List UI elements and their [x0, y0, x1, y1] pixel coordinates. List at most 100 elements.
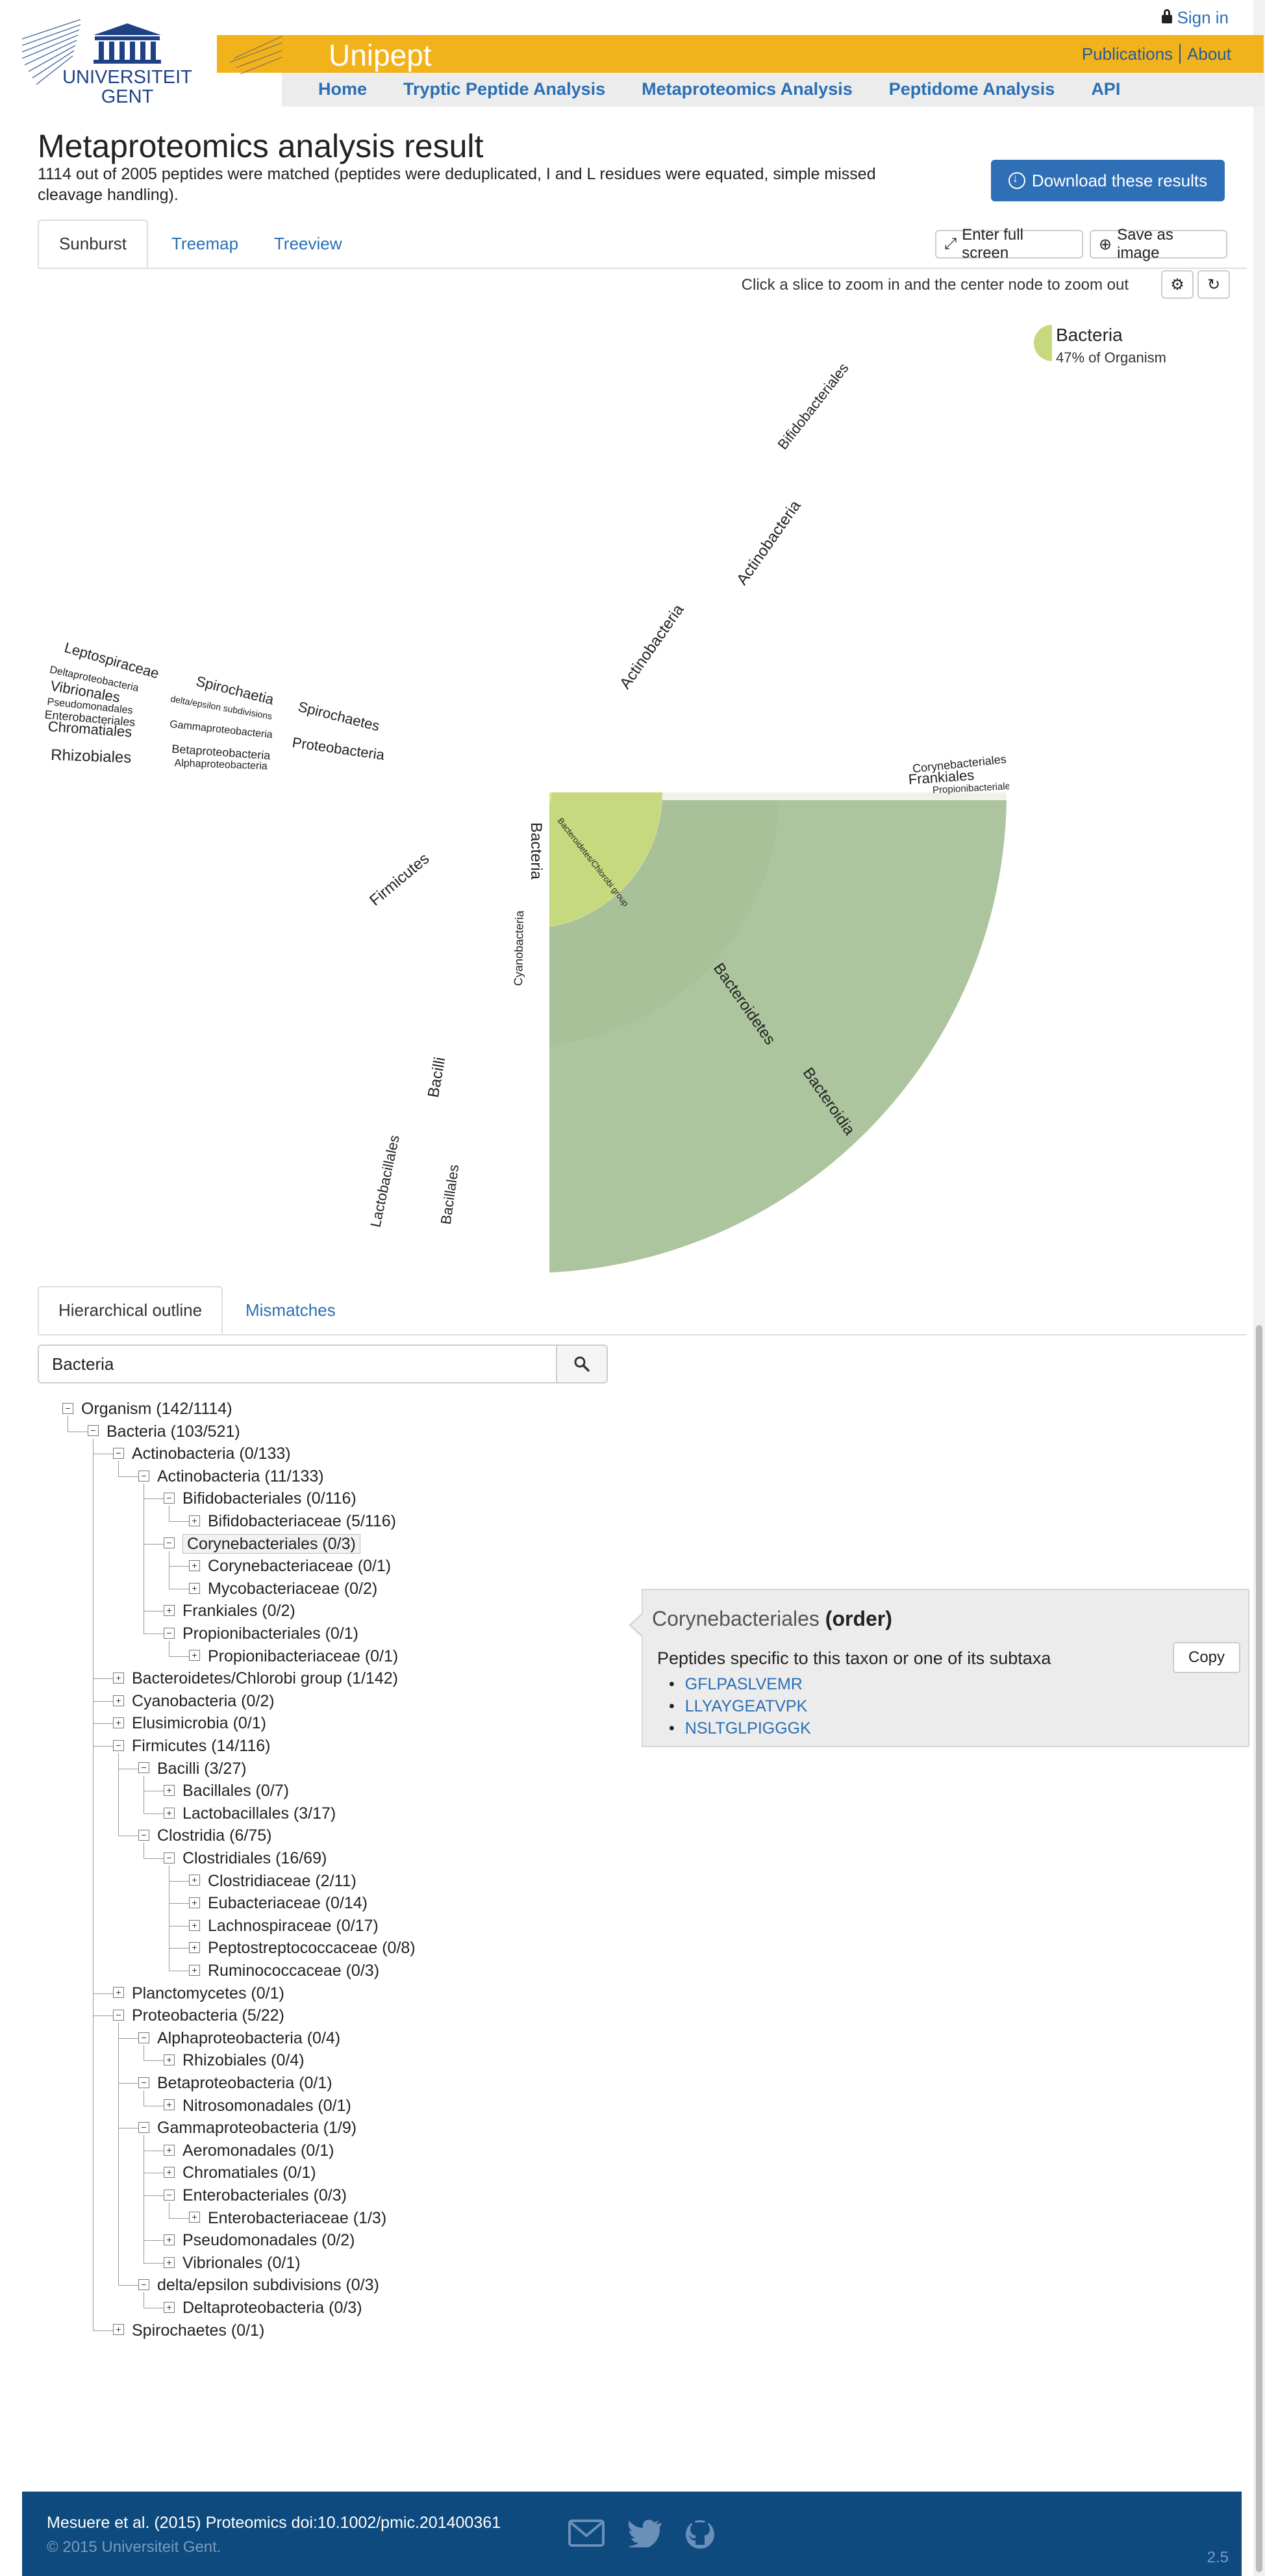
collapse-icon[interactable]: −: [88, 1425, 99, 1437]
tree-node[interactable]: + Lactobacillales (3/17): [164, 1802, 336, 1825]
expand-icon[interactable]: +: [189, 1582, 200, 1594]
sunburst-outer-ring-bottom[interactable]: [188, 792, 526, 1215]
settings-button[interactable]: ⚙: [1161, 270, 1194, 299]
expand-icon[interactable]: +: [113, 1673, 124, 1684]
expand-icon[interactable]: +: [113, 1987, 124, 1999]
tree-node[interactable]: − Actinobacteria (0/133): [113, 1443, 291, 1465]
university-logo[interactable]: UNIVERSITEIT GENT: [22, 19, 301, 110]
tree-node[interactable]: + Eubacteriaceae (0/14): [189, 1892, 368, 1914]
expand-icon[interactable]: +: [189, 1515, 200, 1526]
tree-node[interactable]: + Aeromonadales (0/1): [164, 2140, 334, 2162]
collapse-icon[interactable]: −: [164, 2189, 175, 2201]
mail-icon[interactable]: [568, 2519, 605, 2547]
nav-tryptic-peptide-analysis[interactable]: Tryptic Peptide Analysis: [403, 79, 605, 99]
collapse-icon[interactable]: −: [138, 1830, 149, 1841]
collapse-icon[interactable]: −: [164, 1537, 175, 1549]
sunburst-slice-firmicutes[interactable]: [273, 757, 518, 1046]
tree-node[interactable]: + Ruminococcaceae (0/3): [189, 1960, 379, 1982]
tree-node[interactable]: + Clostridiaceae (2/11): [189, 1870, 357, 1892]
tree-node[interactable]: + Planctomycetes (0/1): [113, 1982, 284, 2004]
collapse-icon[interactable]: −: [113, 1739, 124, 1751]
tree-node[interactable]: − Proteobacteria (5/22): [113, 2004, 284, 2027]
peptide-link[interactable]: LLYAYGEATVPK: [669, 1695, 811, 1717]
tree-node[interactable]: + Vibrionales (0/1): [164, 2252, 301, 2274]
tree-node[interactable]: + Nitrosomonadales (0/1): [164, 2095, 351, 2117]
tree-node[interactable]: + Peptostreptococcaceae (0/8): [189, 1937, 416, 1959]
expand-icon[interactable]: +: [164, 2144, 175, 2156]
expand-icon[interactable]: +: [164, 1807, 175, 1819]
expand-icon[interactable]: +: [189, 1560, 200, 1572]
collapse-icon[interactable]: −: [113, 1448, 124, 1459]
expand-icon[interactable]: +: [189, 1875, 200, 1886]
expand-icon[interactable]: +: [189, 1964, 200, 1976]
tab-sunburst[interactable]: Sunburst: [38, 220, 148, 268]
tree-node[interactable]: − Bacteria (103/521): [88, 1421, 240, 1443]
tree-node[interactable]: + Frankiales (0/2): [164, 1600, 295, 1622]
expand-icon[interactable]: +: [164, 2301, 175, 2313]
collapse-icon[interactable]: −: [138, 2077, 149, 2088]
expand-icon[interactable]: +: [164, 2256, 175, 2268]
outline-search-input[interactable]: [38, 1345, 557, 1383]
tree-node[interactable]: + Mycobacteriaceae (0/2): [189, 1578, 377, 1600]
expand-icon[interactable]: +: [164, 2099, 175, 2111]
expand-icon[interactable]: +: [164, 2167, 175, 2178]
nav-api[interactable]: API: [1091, 79, 1120, 99]
tree-node[interactable]: − delta/epsilon subdivisions (0/3): [138, 2274, 379, 2296]
collapse-icon[interactable]: −: [138, 1470, 149, 1482]
expand-icon[interactable]: +: [189, 2212, 200, 2223]
tree-node[interactable]: + Elusimicrobia (0/1): [113, 1712, 266, 1734]
tree-node[interactable]: − Betaproteobacteria (0/1): [138, 2072, 332, 2094]
sunburst-slice-actinobacteria-class[interactable]: [523, 429, 890, 790]
nav-metaproteomics-analysis[interactable]: Metaproteomics Analysis: [642, 79, 853, 99]
expand-icon[interactable]: +: [113, 1695, 124, 1706]
page-scrollbar[interactable]: [1253, 0, 1265, 2576]
sign-in-link[interactable]: Sign in: [1161, 8, 1229, 28]
tree-node[interactable]: − Organism (142/1114): [62, 1398, 232, 1420]
sunburst-center-bacteria[interactable]: [390, 656, 662, 929]
tree-node[interactable]: + Cyanobacteria (0/2): [113, 1690, 275, 1712]
copy-button[interactable]: Copy: [1173, 1642, 1240, 1673]
tree-node[interactable]: + Corynebacteriaceae (0/1): [189, 1555, 391, 1577]
tree-node[interactable]: − Gammaproteobacteria (1/9): [138, 2117, 357, 2139]
tree-node[interactable]: + Bifidobacteriaceae (5/116): [189, 1510, 396, 1532]
expand-icon[interactable]: +: [164, 2054, 175, 2066]
sunburst-slice-clostridia-ring[interactable]: [158, 740, 416, 1124]
tree-node[interactable]: − Clostridia (6/75): [138, 1825, 271, 1847]
tree-node[interactable]: − Corynebacteriales (0/3): [164, 1533, 360, 1555]
scrollbar-thumb[interactable]: [1256, 1325, 1262, 2572]
expand-icon[interactable]: +: [189, 1919, 200, 1931]
tree-node[interactable]: + Chromatiales (0/1): [164, 2162, 316, 2184]
expand-icon[interactable]: +: [113, 2324, 124, 2336]
expand-icon[interactable]: +: [164, 2234, 175, 2246]
tree-node[interactable]: + Deltaproteobacteria (0/3): [164, 2297, 362, 2319]
tree-node[interactable]: − Firmicutes (14/116): [113, 1735, 271, 1757]
expand-icon[interactable]: +: [189, 1942, 200, 1954]
expand-icon[interactable]: +: [189, 1650, 200, 1661]
reset-button[interactable]: ↻: [1197, 270, 1230, 299]
save-as-image-button[interactable]: ⊕ Save as image: [1090, 226, 1227, 262]
tree-node[interactable]: − Clostridiales (16/69): [164, 1847, 327, 1869]
collapse-icon[interactable]: −: [62, 1402, 73, 1414]
citation-link[interactable]: Mesuere et al. (2015) Proteomics doi:10.…: [47, 2514, 501, 2532]
tree-node[interactable]: + Enterobacteriaceae (1/3): [189, 2207, 386, 2229]
outline-search-button[interactable]: [556, 1345, 608, 1383]
tree-node[interactable]: + Propionibacteriaceae (0/1): [189, 1645, 398, 1667]
sunburst-slice-clostridiales[interactable]: [40, 721, 357, 1225]
tree-node[interactable]: + Bacillales (0/7): [164, 1780, 289, 1802]
tab-treeview[interactable]: Treeview: [255, 220, 362, 268]
publications-link[interactable]: Publications: [1075, 44, 1179, 64]
enter-full-screen-button[interactable]: ⤢ Enter full screen: [935, 226, 1083, 262]
tree-node[interactable]: + Spirochaetes (0/1): [113, 2319, 264, 2342]
expand-icon[interactable]: +: [113, 1717, 124, 1729]
tree-node[interactable]: + Bacteroidetes/Chlorobi group (1/142): [113, 1667, 398, 1689]
expand-icon[interactable]: +: [164, 1785, 175, 1797]
collapse-icon[interactable]: −: [138, 2279, 149, 2291]
brand-title[interactable]: Unipept: [329, 38, 432, 73]
sunburst-outer-ring-left[interactable]: [45, 792, 526, 1039]
collapse-icon[interactable]: −: [164, 1852, 175, 1863]
tree-node[interactable]: − Bacilli (3/27): [138, 1758, 247, 1780]
about-link[interactable]: About: [1181, 44, 1238, 64]
github-icon[interactable]: [684, 2519, 716, 2550]
collapse-icon[interactable]: −: [113, 2010, 124, 2021]
nav-home[interactable]: Home: [318, 79, 367, 99]
